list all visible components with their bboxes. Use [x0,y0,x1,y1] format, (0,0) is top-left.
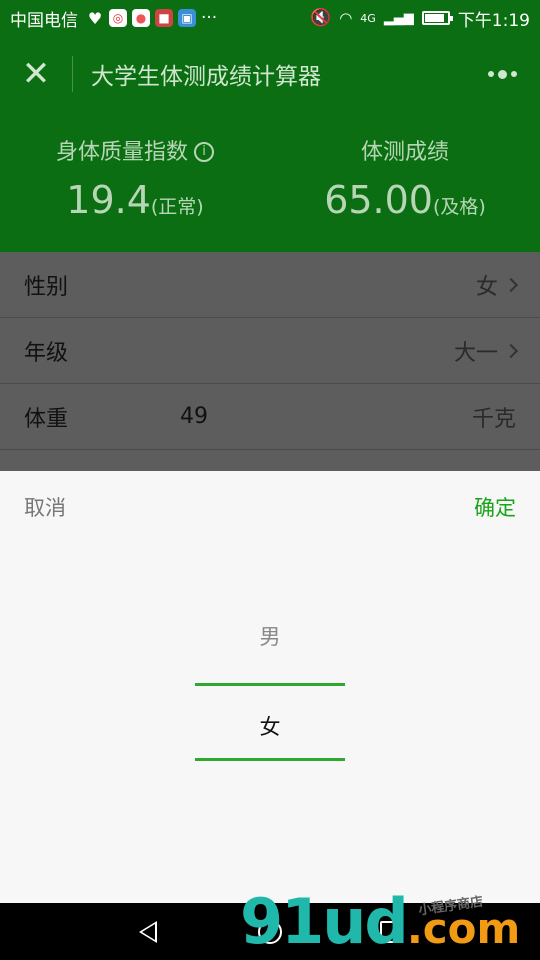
app-notification-icon: ▣ [178,9,196,27]
picker-option-selected[interactable]: 女 [0,711,540,741]
score-value: 65.00 [324,178,433,222]
title-divider [72,56,73,92]
close-button[interactable]: ✕ [0,36,72,112]
carrier-name: 中国电信 [10,10,78,31]
clock: 下午1:19 [457,10,530,31]
weight-label: 体重 [24,406,69,432]
weight-input[interactable]: 49 [180,404,208,429]
page-title: 大学生体测成绩计算器 [91,64,321,90]
bmi-label: 身体质量指数 [55,140,188,165]
picker-cancel-button[interactable]: 取消 [24,492,66,522]
result-summary: 身体质量指数 i 19.4(正常) 体测成绩 65.00(及格) [0,112,540,252]
weight-unit: 千克 [471,406,516,432]
picker-option[interactable]: 男 [0,621,540,651]
gender-value: 女 [475,274,498,300]
battery-icon [421,11,453,25]
watermark-main: 91ud [240,885,409,958]
bmi-value: 19.4 [66,178,151,222]
info-icon[interactable]: i [194,142,214,162]
selection-indicator-bottom [195,758,345,761]
wifi-icon: ◠ [339,9,353,27]
network-type: 4G [360,11,376,25]
gender-label: 性别 [24,274,69,300]
grade-label: 年级 [24,340,69,366]
status-indicators: 🔇 ◠ 4G ▂▄▆ 下午1:19 [310,6,530,31]
mute-icon: 🔇 [310,8,332,28]
grade-value: 大一 [453,340,498,366]
health-icon: ♥ [87,8,103,28]
score-label: 体测成绩 [360,140,449,165]
more-dot-icon [497,69,507,79]
score-panel: 体测成绩 65.00(及格) [270,112,540,252]
chevron-right-icon [503,277,519,292]
back-icon[interactable] [139,921,157,943]
more-dot-icon [487,71,494,77]
app-notification-icon: ■ [155,9,173,27]
more-dot-icon [510,71,517,77]
app-notification-icon: ● [132,9,150,27]
more-notifications-icon: ··· [201,8,218,28]
bmi-status: (正常) [150,196,204,218]
app-notification-icon: ◎ [109,9,127,27]
gender-picker: 取消 确定 男 女 [0,471,540,903]
more-button[interactable] [484,36,520,112]
picker-confirm-button[interactable]: 确定 [474,492,516,522]
grade-row[interactable]: 年级 大一 [0,318,540,384]
signal-icon: ▂▄▆ [383,10,414,26]
close-icon: ✕ [21,54,51,94]
notification-icons: ♥ ◎ ● ■ ▣ ··· [86,8,217,28]
picker-header: 取消 确定 [0,471,540,543]
status-bar: 中国电信 ♥ ◎ ● ■ ▣ ··· 🔇 ◠ 4G ▂▄▆ 下午1:19 [0,0,540,36]
weight-row: 体重 49 千克 [0,384,540,450]
score-status: (及格) [432,196,486,218]
bmi-panel: 身体质量指数 i 19.4(正常) [0,112,270,252]
selection-indicator-top [195,683,345,686]
chevron-right-icon [503,343,519,358]
watermark-logo: 91ud.com 小程序商店 [240,885,520,958]
title-bar: ✕ 大学生体测成绩计算器 [0,36,540,112]
gender-row[interactable]: 性别 女 [0,252,540,318]
